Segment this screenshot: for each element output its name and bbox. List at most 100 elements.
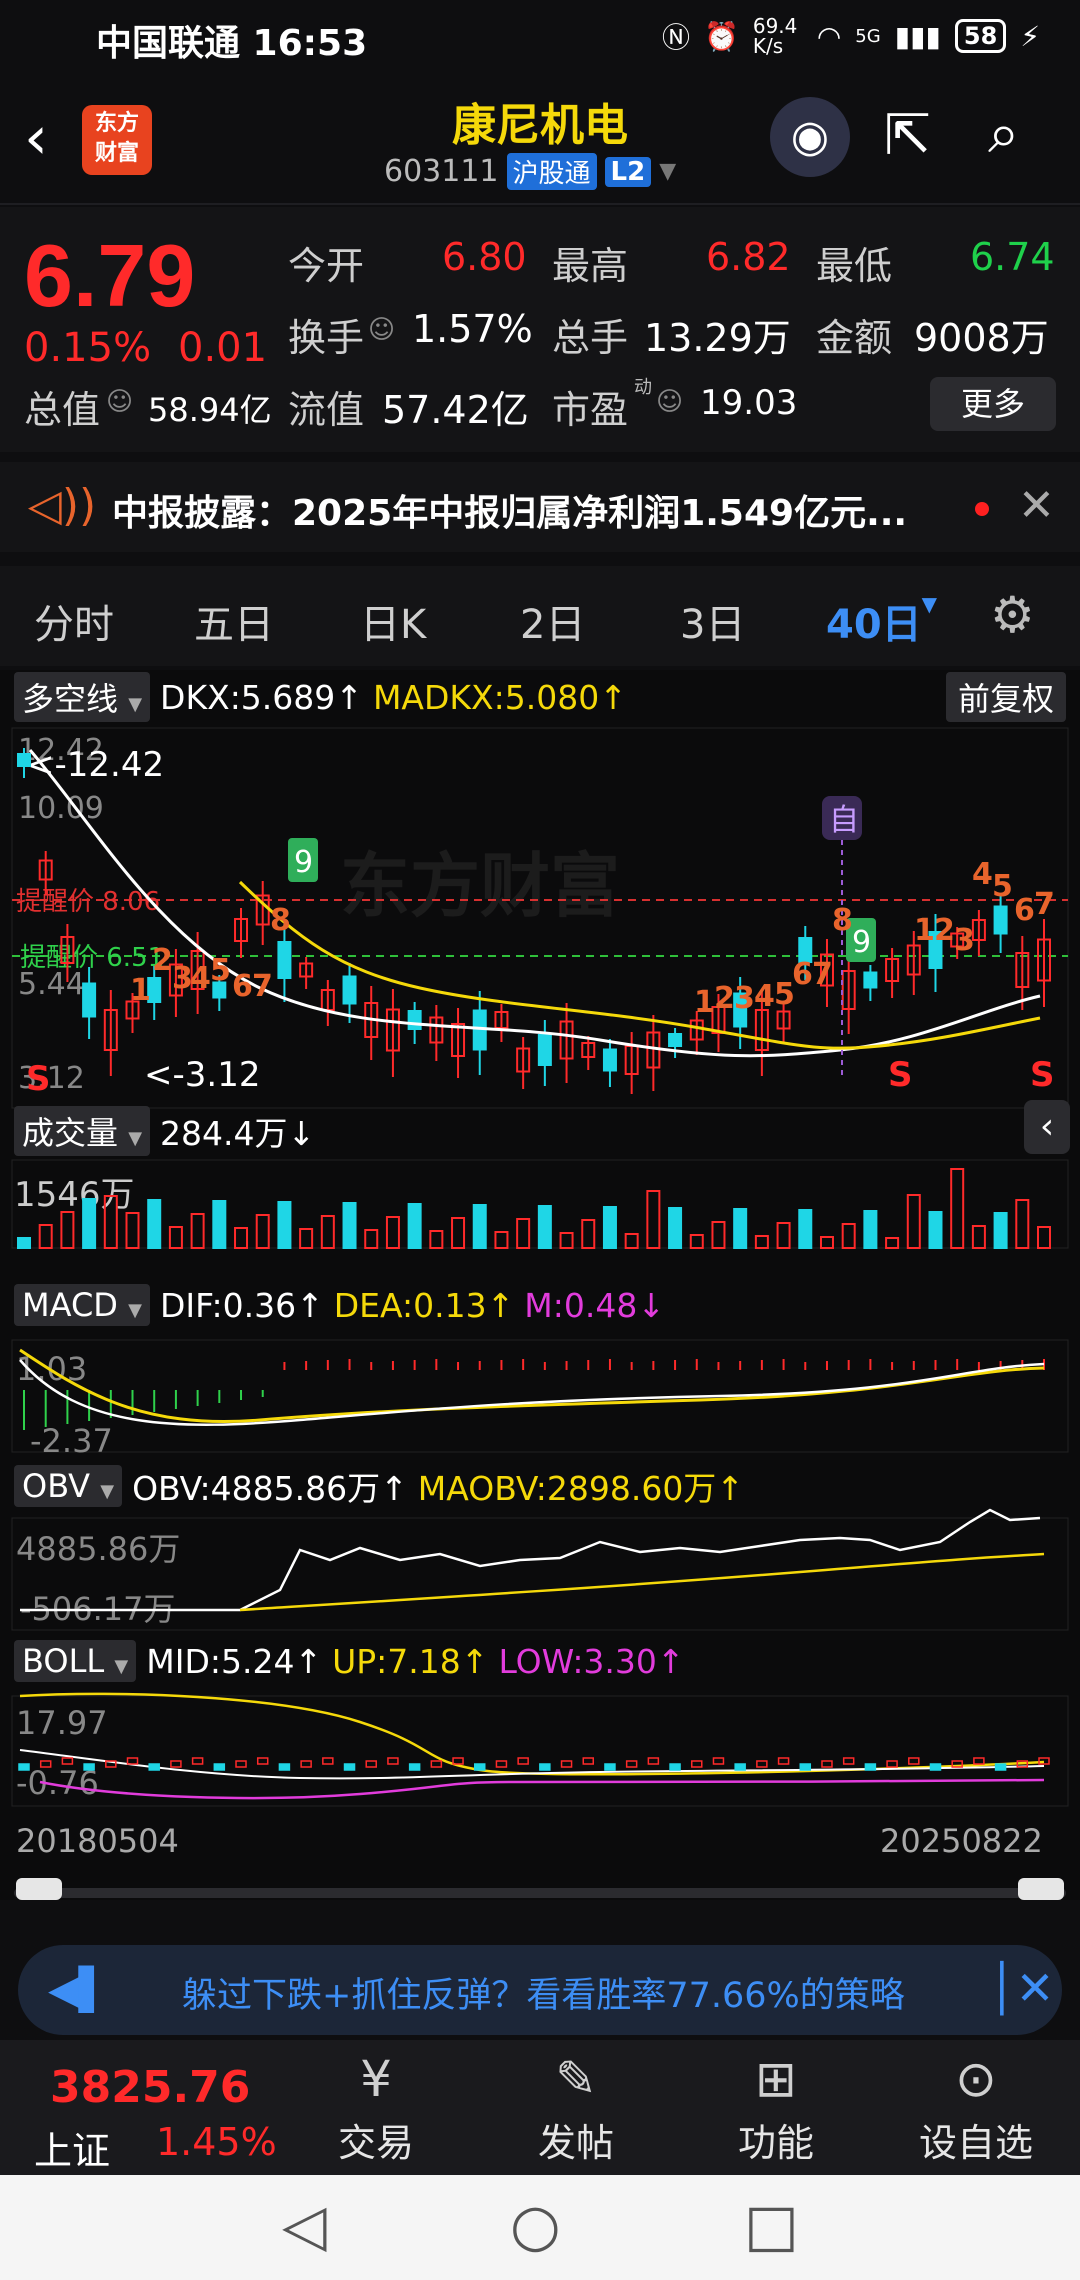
boll-candle (278, 1763, 291, 1771)
candle-body (863, 971, 878, 989)
promo-text[interactable]: 躲过下跌+抓住反弹？看看胜率77.66%的策略 (182, 1967, 972, 2018)
info-icon[interactable]: ☺ (368, 315, 395, 345)
s-mark-2: S (888, 1055, 913, 1095)
volume-indicator-row: 成交量 ▼ 284.4万↓ (14, 1106, 315, 1156)
open-label: 今开 (288, 244, 365, 288)
tab-five-day[interactable]: 五日 (194, 592, 274, 650)
volume-bar (971, 1225, 986, 1249)
watermark: 东方财富 (340, 845, 620, 927)
index-name[interactable]: 上证 (34, 2120, 110, 2175)
nav-back-icon[interactable]: ◁ (282, 2191, 327, 2259)
boll-candle (669, 1763, 681, 1771)
notice-text[interactable]: 中报披露：2025年中报归属净利润1.549亿元... (112, 484, 932, 536)
close-icon[interactable]: ✕ (1018, 480, 1055, 531)
boll-candle (83, 1763, 95, 1771)
info-icon[interactable]: ☺ (656, 387, 683, 417)
boll-candle (604, 1763, 616, 1771)
status-bar: 中国联通 16:53 Ⓝ ⏰ 69.4 K/s ◠ 5G ▮▮▮ 58 ⚡ (0, 0, 1080, 75)
index-value[interactable]: 3825.76 (50, 2062, 250, 2113)
volume-bar (494, 1231, 509, 1249)
gear-icon[interactable]: ⚙ (990, 586, 1035, 644)
nav-home-icon[interactable]: ○ (510, 2191, 561, 2259)
obv-indicator-select[interactable]: OBV ▼ (14, 1465, 123, 1507)
volume-bar (689, 1234, 704, 1249)
volume-bar (320, 1215, 335, 1249)
signal-icon: ▮▮▮ (894, 19, 941, 53)
nfc-icon: Ⓝ (661, 21, 690, 54)
pe-dynamic-mark: 动 (634, 377, 652, 398)
volume-bars (17, 1168, 1051, 1249)
index-percent[interactable]: 1.45% (156, 2120, 277, 2164)
macd-indicator-select[interactable]: MACD ▼ (14, 1284, 150, 1326)
boll-candle (126, 1757, 139, 1765)
stock-name[interactable]: 康尼机电 (380, 89, 700, 153)
volume-bar (646, 1190, 661, 1249)
share-icon[interactable]: ⇱ (884, 103, 931, 168)
macd-ymin: -2.37 (30, 1422, 113, 1460)
volume-bar (754, 1235, 769, 1249)
volume-indicator-select[interactable]: 成交量 ▼ (14, 1106, 151, 1156)
boll-candle (430, 1760, 443, 1768)
collapse-panel-icon[interactable]: ‹ (1024, 1100, 1070, 1154)
post-button[interactable]: ✎ 发帖 (506, 2050, 646, 2167)
volume-bar (299, 1228, 314, 1249)
boll-low-line (39, 1778, 1045, 1800)
volume-bar (819, 1236, 834, 1249)
seq-right2: 4 5 6 7 (972, 857, 1055, 928)
volume-bar (798, 1209, 813, 1249)
volume-bar (733, 1208, 748, 1249)
volume-bar (17, 1237, 31, 1249)
tab-3day[interactable]: 3日 (680, 592, 745, 650)
stock-header: ‹ 东方财富 康尼机电 603111 沪股通 L2 ▼ ◉ ⇱ ⌕ (0, 75, 1080, 205)
promo-banner[interactable]: ◀▌ 躲过下跌+抓住反弹？看看胜率77.66%的策略 │✕ (18, 1945, 1062, 2035)
add-watchlist-label: 设自选 (918, 2121, 1033, 2165)
search-icon[interactable]: ⌕ (988, 101, 1019, 167)
chart-area[interactable]: 多空线 ▼ DKX:5.689↑ MADKX:5.080↑ 前复权 东方财富 提… (0, 670, 1080, 1900)
volume-bar (212, 1200, 227, 1249)
volume-bar (993, 1212, 1008, 1249)
tab-40day[interactable]: 40日▼ (826, 592, 937, 650)
more-dots-icon: ⊙ (955, 2050, 997, 2108)
nine-tag-left-label: 9 (294, 845, 313, 880)
volume-bar (537, 1205, 552, 1249)
seq-mid: 1 2 3 4 5 6 7 8 (694, 903, 853, 1020)
svg-text:3: 3 (734, 981, 755, 1016)
obv-value: OBV:4885.86万↑ (132, 1469, 408, 1508)
volume-bar (429, 1230, 444, 1249)
boll-candle (842, 1757, 855, 1765)
obv-indicator-row: OBV ▼ OBV:4885.86万↑ MAOBV:2898.60万↑ (14, 1462, 744, 1510)
more-button[interactable]: 更多 (930, 377, 1056, 431)
tab-intraday[interactable]: 分时 (34, 592, 114, 650)
trade-button[interactable]: ¥ 交易 (306, 2050, 446, 2167)
candle-body (407, 1010, 422, 1030)
charging-icon: ⚡ (1020, 19, 1040, 53)
boll-mid: MID:5.24↑ (146, 1641, 323, 1681)
svg-text:6: 6 (792, 957, 813, 992)
boll-indicator-row: BOLL ▼ MID:5.24↑ UP:7.18↑ LOW:3.30↑ (14, 1640, 685, 1682)
stock-code-row[interactable]: 603111 沪股通 L2 ▼ (384, 153, 676, 190)
add-watchlist-button[interactable]: ⊙ 设自选 (906, 2050, 1046, 2167)
alert-high-label: 提醒价 8.06 (16, 887, 160, 917)
s-mark-1: S (26, 1059, 51, 1099)
pe-value: 19.03 (700, 383, 798, 423)
boll-indicator-select[interactable]: BOLL ▼ (14, 1640, 137, 1682)
dif-line (19, 1359, 1045, 1426)
boll-candle (517, 1757, 529, 1765)
boll-low: LOW:3.30↑ (498, 1641, 685, 1681)
robot-assistant-icon[interactable]: ◉ (770, 97, 850, 177)
notice-bar[interactable]: ◁)) 中报披露：2025年中报归属净利润1.549亿元... ✕ (0, 462, 1080, 552)
boll-candle (625, 1760, 638, 1768)
tab-2day[interactable]: 2日 (520, 592, 585, 650)
back-icon[interactable]: ‹ (24, 103, 48, 173)
self-tag-label: 自 (829, 803, 859, 838)
tab-daily-k[interactable]: 日K (360, 592, 426, 650)
close-icon[interactable]: │✕ (988, 1961, 1054, 2015)
candle-body (277, 941, 292, 979)
amount-value: 9008万 (914, 316, 1049, 360)
boll-candle (18, 1763, 30, 1771)
svg-text:2: 2 (934, 913, 955, 948)
nav-recents-icon[interactable]: □ (744, 2191, 799, 2259)
info-icon[interactable]: ☺ (106, 387, 133, 417)
candle-body (17, 753, 31, 767)
functions-button[interactable]: ⊞ 功能 (706, 2050, 846, 2167)
